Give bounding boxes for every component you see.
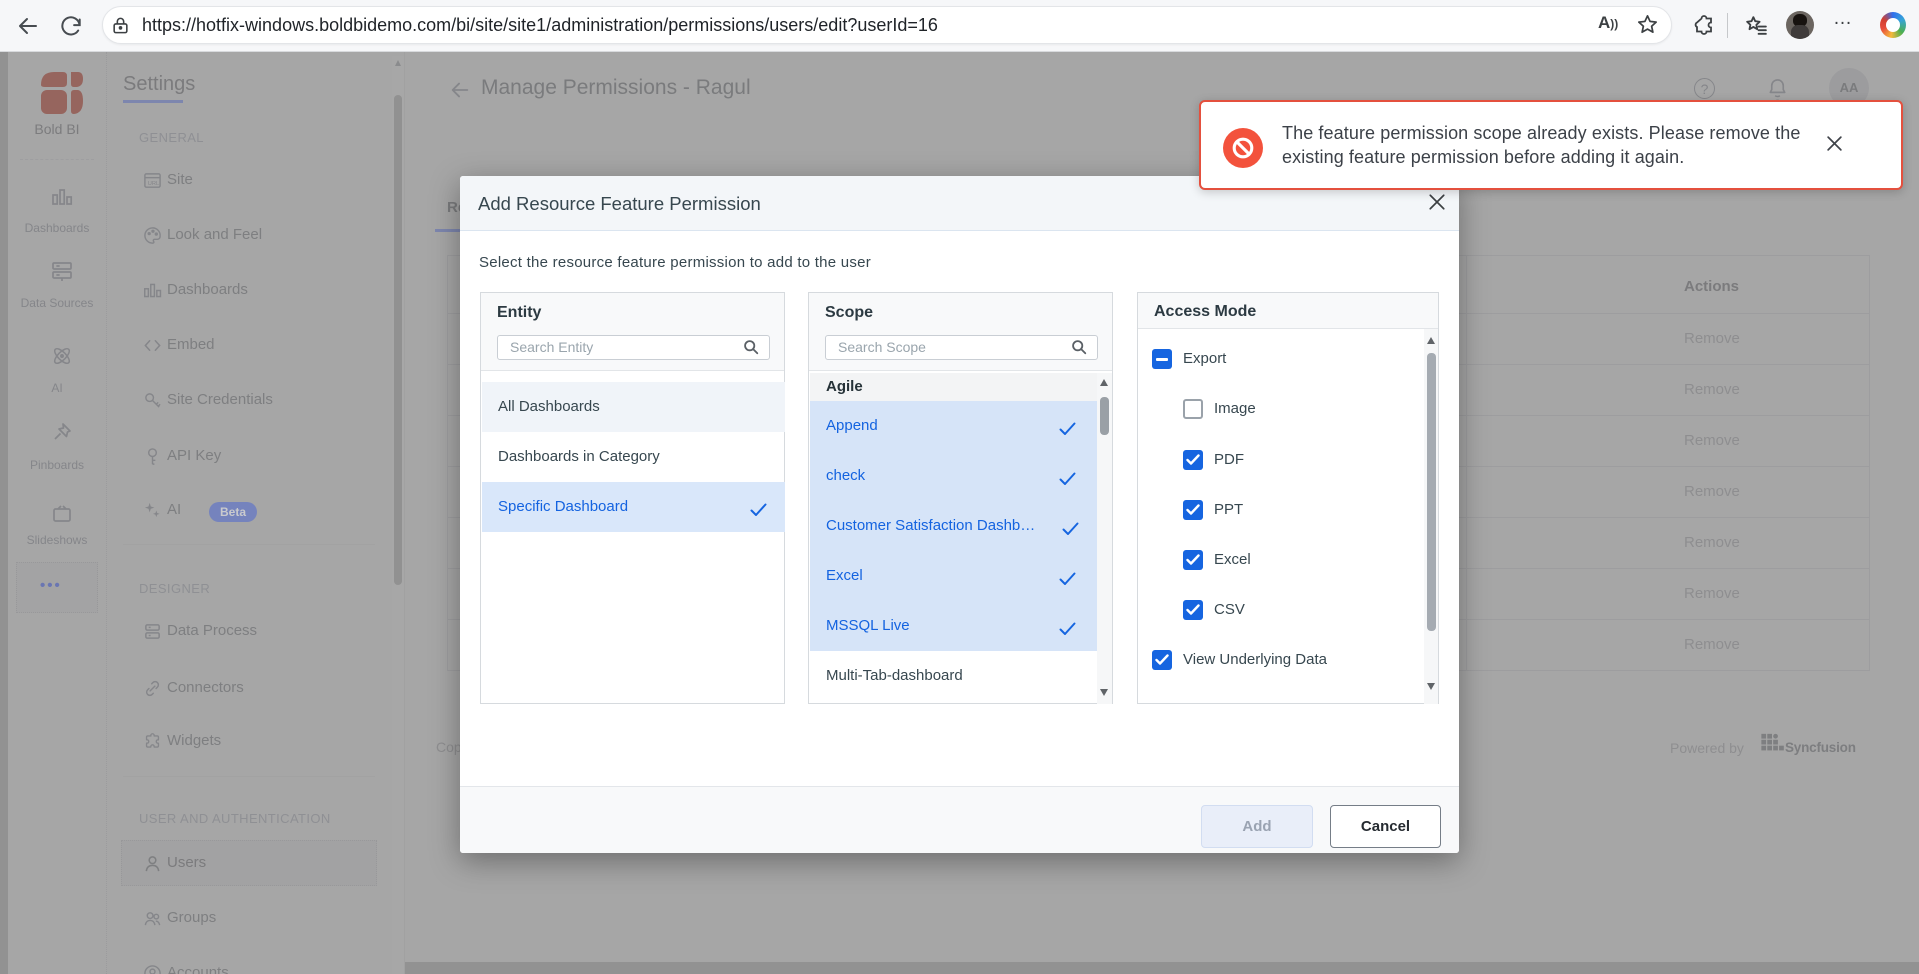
svg-text:URL: URL — [148, 181, 159, 187]
